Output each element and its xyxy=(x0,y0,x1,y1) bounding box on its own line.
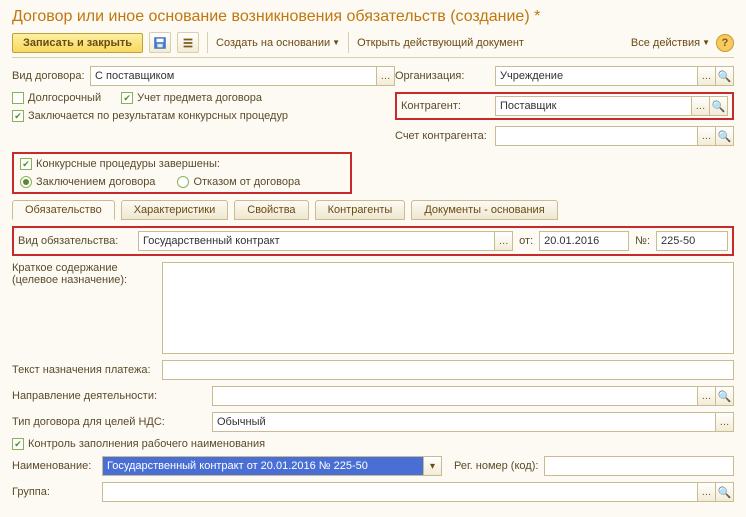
page-title: Договор или иное основание возникновения… xyxy=(12,8,734,26)
radio-dot xyxy=(177,176,189,188)
tab-properties[interactable]: Свойства xyxy=(234,200,308,220)
counterparty-account-field[interactable]: … 🔍 xyxy=(495,126,734,146)
ellipsis-icon[interactable]: … xyxy=(697,387,715,405)
activity-dir-input[interactable] xyxy=(213,387,697,405)
counterparty-label: Контрагент: xyxy=(401,100,495,112)
counterparty-account-label: Счет контрагента: xyxy=(395,130,495,142)
ellipsis-icon[interactable]: … xyxy=(691,97,709,115)
org-label: Организация: xyxy=(395,70,495,82)
by-refusal-label: Отказом от договора xyxy=(193,176,300,188)
contract-type-label: Вид договора: xyxy=(12,70,90,82)
magnifier-icon[interactable]: 🔍 xyxy=(709,97,727,115)
reg-num-label: Рег. номер (код): xyxy=(454,460,538,472)
long-term-label: Долгосрочный xyxy=(28,92,101,104)
payment-text-label: Текст назначения платежа: xyxy=(12,364,162,376)
tab-characteristics[interactable]: Характеристики xyxy=(121,200,229,220)
reg-num-field[interactable] xyxy=(544,456,734,476)
competitive-closed-label: Заключается по результатам конкурсных пр… xyxy=(28,110,288,122)
num-field[interactable] xyxy=(656,231,728,251)
activity-dir-field[interactable]: … 🔍 xyxy=(212,386,734,406)
by-contract-radio[interactable]: Заключением договора xyxy=(20,176,155,188)
checkbox-box: ✔ xyxy=(12,110,24,122)
checkbox-box: ✔ xyxy=(20,158,32,170)
contract-type-input[interactable] xyxy=(91,67,376,85)
payment-text-input[interactable] xyxy=(163,361,733,379)
vat-type-field[interactable]: … xyxy=(212,412,734,432)
num-label: №: xyxy=(635,235,650,247)
group-input[interactable] xyxy=(103,483,697,501)
magnifier-icon[interactable]: 🔍 xyxy=(715,67,733,85)
all-actions-label: Все действия xyxy=(631,37,700,49)
all-actions-button[interactable]: Все действия ▼ xyxy=(631,37,710,49)
org-input[interactable] xyxy=(496,67,697,85)
radio-dot xyxy=(20,176,32,188)
group-label: Группа: xyxy=(12,486,102,498)
open-active-doc-button[interactable]: Открыть действующий документ xyxy=(357,37,524,49)
group-field[interactable]: … 🔍 xyxy=(102,482,734,502)
save-close-button[interactable]: Записать и закрыть xyxy=(12,33,143,53)
chevron-down-icon[interactable]: ▾ xyxy=(423,457,441,475)
counterparty-highlight: Контрагент: … 🔍 xyxy=(395,92,734,120)
magnifier-icon[interactable]: 🔍 xyxy=(715,387,733,405)
contract-type-field[interactable]: … xyxy=(90,66,395,86)
name-field[interactable]: ▾ xyxy=(102,456,442,476)
separator xyxy=(348,32,349,53)
payment-text-field[interactable] xyxy=(162,360,734,380)
track-subject-checkbox[interactable]: ✔ Учет предмета договора xyxy=(121,92,262,104)
num-input[interactable] xyxy=(657,232,746,250)
vat-type-input[interactable] xyxy=(213,413,715,431)
tab-documents[interactable]: Документы - основания xyxy=(411,200,557,220)
save-icon[interactable] xyxy=(149,32,171,53)
list-icon[interactable] xyxy=(177,32,199,53)
date-field[interactable] xyxy=(539,231,629,251)
magnifier-icon[interactable]: 🔍 xyxy=(715,127,733,145)
counterparty-input[interactable] xyxy=(496,97,691,115)
reg-num-input[interactable] xyxy=(545,457,733,475)
counterparty-field[interactable]: … 🔍 xyxy=(495,96,728,116)
ellipsis-icon[interactable]: … xyxy=(697,127,715,145)
short-desc-label: Краткое содержание (целевое назначение): xyxy=(12,262,162,286)
help-icon[interactable]: ? xyxy=(716,34,734,52)
ellipsis-icon[interactable]: … xyxy=(697,67,715,85)
create-on-basis-button[interactable]: Создать на основании ▼ xyxy=(216,37,340,49)
name-label: Наименование: xyxy=(12,460,102,472)
checkbox-box xyxy=(12,92,24,104)
vat-type-label: Тип договора для целей НДС: xyxy=(12,416,212,428)
chevron-down-icon: ▼ xyxy=(332,38,340,47)
track-subject-label: Учет предмета договора xyxy=(137,92,262,104)
checkbox-box: ✔ xyxy=(121,92,133,104)
kind-input[interactable] xyxy=(139,232,494,250)
tab-counterparties[interactable]: Контрагенты xyxy=(315,200,406,220)
ellipsis-icon[interactable]: … xyxy=(376,67,394,85)
ellipsis-icon[interactable]: … xyxy=(494,232,512,250)
chevron-down-icon: ▼ xyxy=(702,38,710,47)
checkbox-box: ✔ xyxy=(12,438,24,450)
control-name-checkbox[interactable]: ✔ Контроль заполнения рабочего наименова… xyxy=(12,438,265,450)
competitive-done-label: Конкурсные процедуры завершены: xyxy=(36,158,220,170)
short-desc-textarea[interactable] xyxy=(162,262,734,354)
ellipsis-icon[interactable]: … xyxy=(715,413,733,431)
create-on-basis-label: Создать на основании xyxy=(216,37,330,49)
name-input[interactable] xyxy=(103,457,423,475)
tab-bar: Обязательство Характеристики Свойства Ко… xyxy=(12,200,734,220)
competitive-done-checkbox[interactable]: ✔ Конкурсные процедуры завершены: xyxy=(20,158,220,170)
activity-dir-label: Направление деятельности: xyxy=(12,390,212,402)
separator xyxy=(207,32,208,53)
kind-label: Вид обязательства: xyxy=(18,235,138,247)
toolbar: Записать и закрыть Создать на основании … xyxy=(12,32,734,58)
from-label: от: xyxy=(519,235,533,247)
by-contract-label: Заключением договора xyxy=(36,176,155,188)
counterparty-account-input[interactable] xyxy=(496,127,697,145)
control-name-label: Контроль заполнения рабочего наименовани… xyxy=(28,438,265,450)
kind-field[interactable]: … xyxy=(138,231,513,251)
competitive-highlight: ✔ Конкурсные процедуры завершены: Заключ… xyxy=(12,152,352,194)
ellipsis-icon[interactable]: … xyxy=(697,483,715,501)
magnifier-icon[interactable]: 🔍 xyxy=(715,483,733,501)
obligation-kind-highlight: Вид обязательства: … от: №: xyxy=(12,226,734,256)
long-term-checkbox[interactable]: Долгосрочный xyxy=(12,92,101,104)
tab-obligation[interactable]: Обязательство xyxy=(12,200,115,220)
by-refusal-radio[interactable]: Отказом от договора xyxy=(177,176,300,188)
org-field[interactable]: … 🔍 xyxy=(495,66,734,86)
competitive-closed-checkbox[interactable]: ✔ Заключается по результатам конкурсных … xyxy=(12,110,288,122)
